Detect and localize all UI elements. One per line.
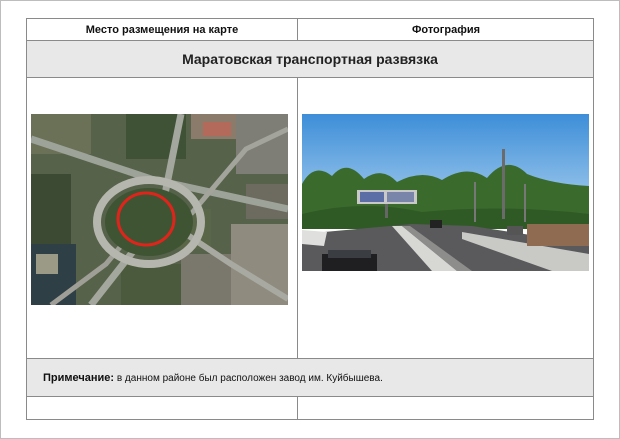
info-table: Место размещения на карте Фотография Мар… — [26, 18, 594, 420]
content-row — [27, 78, 593, 359]
column-divider — [297, 78, 298, 359]
photo-header: Фотография — [411, 24, 481, 36]
map-location-header: Место размещения на карте — [85, 24, 239, 36]
header-row: Место размещения на карте Фотография — [27, 19, 593, 41]
section-title: Маратовская транспортная развязка — [182, 51, 438, 67]
column-divider — [297, 397, 298, 419]
note-row: Примечание: в данном районе был располож… — [27, 359, 593, 397]
column-divider — [297, 19, 298, 41]
title-row: Маратовская транспортная развязка — [27, 41, 593, 78]
note-label: Примечание: — [43, 372, 115, 384]
road-interchange-photo — [302, 114, 589, 271]
empty-row — [27, 397, 593, 419]
note-text: в данном районе был расположен завод им.… — [116, 373, 383, 384]
note: Примечание: в данном районе был располож… — [43, 372, 383, 384]
satellite-map-image — [31, 114, 288, 305]
